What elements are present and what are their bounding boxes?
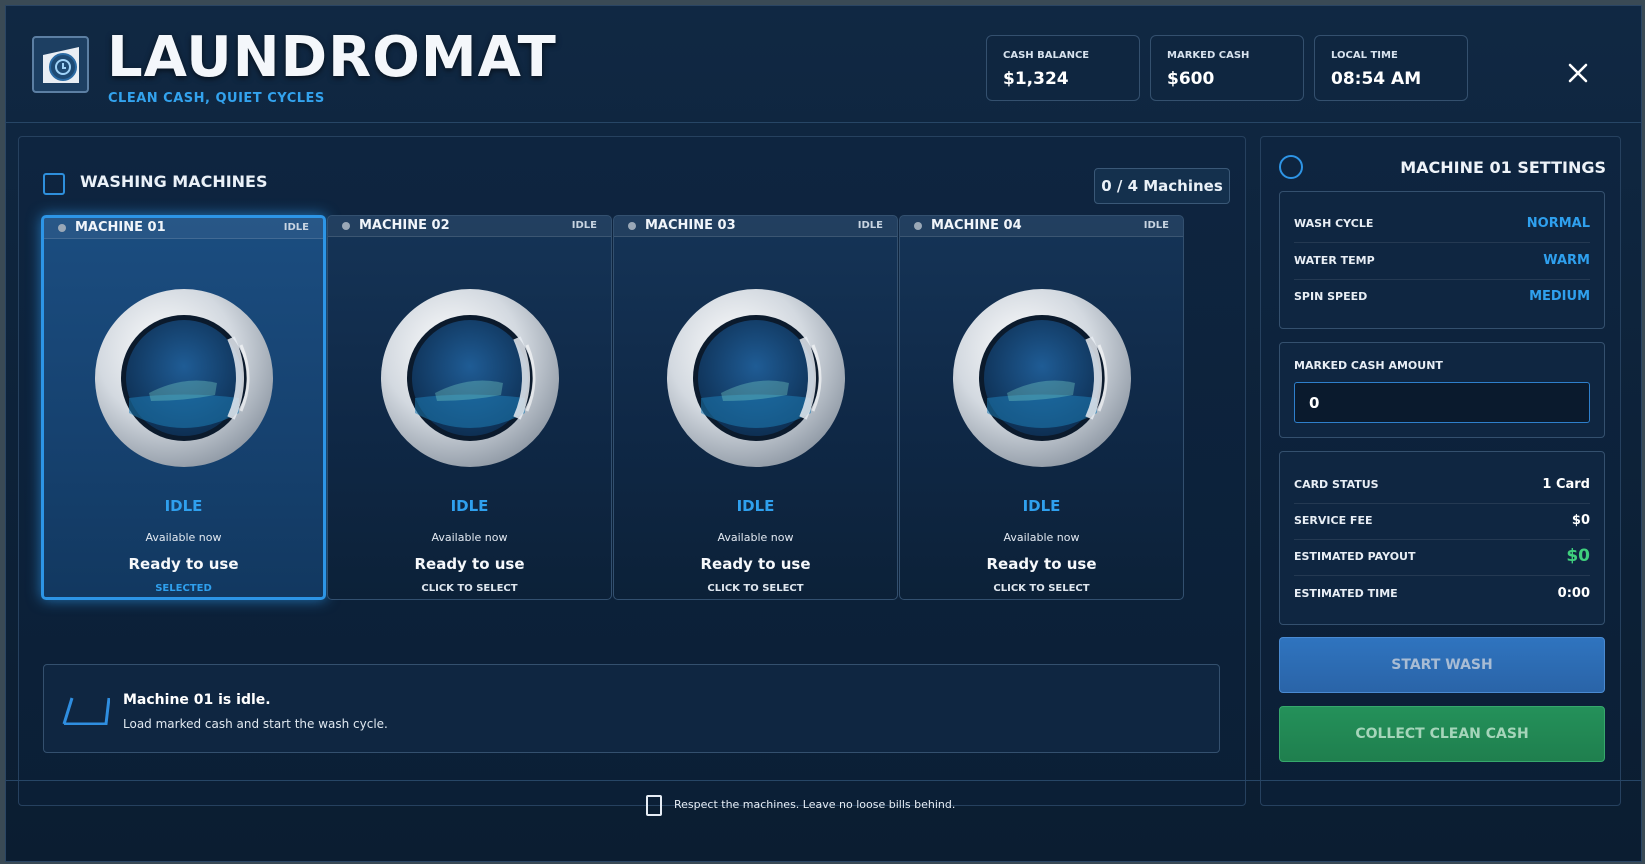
machine-count-badge: 0 / 4 Machines <box>1094 168 1230 204</box>
machine-name: MACHINE 04 <box>931 218 1022 233</box>
setting-value[interactable]: NORMAL <box>1527 216 1590 231</box>
section-title: WASHING MACHINES <box>80 172 268 191</box>
machine-state-tag: IDLE <box>857 220 883 231</box>
setting-label: WASH CYCLE <box>1294 217 1374 230</box>
machine-card[interactable]: MACHINE 02 IDLE IDLE Available now Ready… <box>327 215 612 600</box>
machine-card[interactable]: MACHINE 04 IDLE IDLE Available now Ready… <box>899 215 1184 600</box>
close-button[interactable] <box>1563 58 1593 88</box>
settings-panel: MACHINE 01 SETTINGS WASH CYCLE NORMAL WA… <box>1260 136 1621 806</box>
summary-row-estimated-payout: ESTIMATED PAYOUT $0 <box>1294 538 1590 576</box>
machine-state-tag: IDLE <box>571 220 597 231</box>
washer-drum-icon <box>661 283 851 473</box>
summary-label: SERVICE FEE <box>1294 514 1373 527</box>
machine-ready-text: Ready to use <box>414 555 525 573</box>
machine-card-header: MACHINE 03 IDLE <box>614 216 897 237</box>
machine-status: IDLE <box>736 497 775 515</box>
washer-drum-icon <box>89 283 279 473</box>
machine-status: IDLE <box>164 497 203 515</box>
marked-cash-amount-label: MARKED CASH AMOUNT <box>1294 359 1443 372</box>
machine-ready-text: Ready to use <box>700 555 811 573</box>
header: LAUNDROMAT CLEAN CASH, QUIET CYCLES CASH… <box>6 6 1641 123</box>
machine-card-header: MACHINE 02 IDLE <box>328 216 611 237</box>
washer-logo-icon <box>32 36 89 93</box>
summary-row-card-status: CARD STATUS 1 Card <box>1294 466 1590 504</box>
setting-row-wash-cycle[interactable]: WASH CYCLE NORMAL <box>1294 205 1590 243</box>
machine-name: MACHINE 02 <box>359 218 450 233</box>
status-notice: Machine 01 is idle. Load marked cash and… <box>43 664 1220 753</box>
basket-icon <box>62 697 110 725</box>
footer-text: Respect the machines. Leave no loose bil… <box>674 798 956 811</box>
machine-card-header: MACHINE 01 IDLE <box>44 218 323 239</box>
footer: Respect the machines. Leave no loose bil… <box>6 780 1641 830</box>
machine-card[interactable]: MACHINE 03 IDLE IDLE Available now Ready… <box>613 215 898 600</box>
summary-row-estimated-time: ESTIMATED TIME 0:00 <box>1294 575 1590 612</box>
machine-status: IDLE <box>1022 497 1061 515</box>
status-dot-icon <box>342 222 350 230</box>
stat-local-time: LOCAL TIME 08:54 AM <box>1314 35 1468 101</box>
summary-label: CARD STATUS <box>1294 478 1379 491</box>
washer-drum-icon <box>947 283 1137 473</box>
machines-panel: WASHING MACHINES 0 / 4 Machines MACHINE … <box>18 136 1246 806</box>
notice-title: Machine 01 is idle. <box>123 692 271 708</box>
summary-value: 1 Card <box>1542 477 1590 492</box>
setting-row-spin-speed[interactable]: SPIN SPEED MEDIUM <box>1294 278 1590 315</box>
close-icon <box>1568 63 1588 83</box>
machine-select-action[interactable]: SELECTED <box>44 583 323 594</box>
machine-name: MACHINE 01 <box>75 220 166 235</box>
machine-card[interactable]: MACHINE 01 IDLE IDLE Available now Ready… <box>41 215 326 600</box>
machine-state-tag: IDLE <box>283 222 309 233</box>
stat-value: $600 <box>1167 69 1215 89</box>
machine-ready-text: Ready to use <box>986 555 1097 573</box>
summary-value: 0:00 <box>1557 586 1590 601</box>
machine-select-action[interactable]: CLICK TO SELECT <box>328 583 611 594</box>
stat-value: 08:54 AM <box>1331 69 1422 89</box>
summary-label: ESTIMATED PAYOUT <box>1294 550 1416 563</box>
start-wash-button[interactable]: START WASH <box>1279 637 1605 693</box>
settings-title: MACHINE 01 SETTINGS <box>1400 158 1606 177</box>
machine-card-header: MACHINE 04 IDLE <box>900 216 1183 237</box>
machine-ready-text: Ready to use <box>128 555 239 573</box>
marked-cash-amount-input[interactable] <box>1294 382 1590 423</box>
machine-select-action[interactable]: CLICK TO SELECT <box>900 583 1183 594</box>
stat-value: $1,324 <box>1003 69 1069 89</box>
machine-availability: Available now <box>431 531 508 544</box>
section-checkbox-icon <box>43 173 65 195</box>
summary-row-service-fee: SERVICE FEE $0 <box>1294 502 1590 540</box>
summary-value: $0 <box>1566 546 1590 566</box>
setting-label: WATER TEMP <box>1294 254 1375 267</box>
summary-label: ESTIMATED TIME <box>1294 587 1398 600</box>
collect-clean-cash-button[interactable]: COLLECT CLEAN CASH <box>1279 706 1605 762</box>
phone-icon <box>646 795 662 816</box>
status-dot-icon <box>58 224 66 232</box>
machine-availability: Available now <box>1003 531 1080 544</box>
stat-marked-cash: MARKED CASH $600 <box>1150 35 1304 101</box>
status-dot-icon <box>628 222 636 230</box>
setting-value[interactable]: MEDIUM <box>1529 289 1590 304</box>
settings-ring-icon <box>1279 155 1303 179</box>
setting-label: SPIN SPEED <box>1294 290 1368 303</box>
wash-settings-card: WASH CYCLE NORMAL WATER TEMP WARM SPIN S… <box>1279 191 1605 329</box>
machine-status: IDLE <box>450 497 489 515</box>
stat-cash-balance: CASH BALANCE $1,324 <box>986 35 1140 101</box>
stat-label: CASH BALANCE <box>1003 50 1090 61</box>
machine-availability: Available now <box>145 531 222 544</box>
summary-value: $0 <box>1571 513 1590 528</box>
summary-card: CARD STATUS 1 Card SERVICE FEE $0 ESTIMA… <box>1279 451 1605 625</box>
machine-select-action[interactable]: CLICK TO SELECT <box>614 583 897 594</box>
machine-name: MACHINE 03 <box>645 218 736 233</box>
app-title: LAUNDROMAT <box>107 25 557 90</box>
status-dot-icon <box>914 222 922 230</box>
laundromat-window: LAUNDROMAT CLEAN CASH, QUIET CYCLES CASH… <box>5 5 1642 862</box>
marked-cash-card: MARKED CASH AMOUNT <box>1279 342 1605 438</box>
washer-drum-icon <box>375 283 565 473</box>
setting-row-water-temp[interactable]: WATER TEMP WARM <box>1294 242 1590 280</box>
stat-label: LOCAL TIME <box>1331 50 1398 61</box>
app-subtitle: CLEAN CASH, QUIET CYCLES <box>108 91 325 106</box>
machine-availability: Available now <box>717 531 794 544</box>
setting-value[interactable]: WARM <box>1543 253 1590 268</box>
stat-label: MARKED CASH <box>1167 50 1250 61</box>
machine-state-tag: IDLE <box>1143 220 1169 231</box>
notice-body: Load marked cash and start the wash cycl… <box>123 717 388 731</box>
